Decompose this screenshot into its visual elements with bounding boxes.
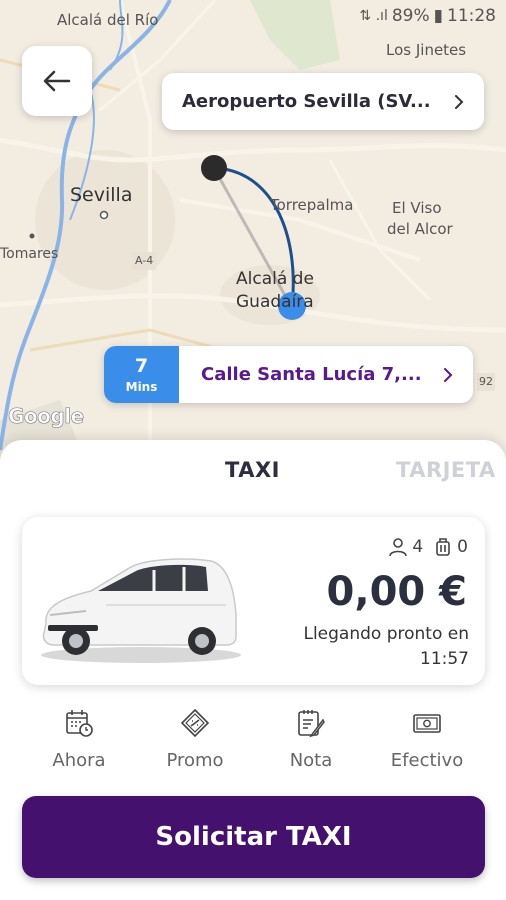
price-label: 0,00 € xyxy=(326,569,467,615)
map-label-los-jinetes: Los Jinetes xyxy=(386,41,467,59)
arrival-info: Llegando pronto en 11:57 xyxy=(303,622,469,672)
passenger-count: 4 xyxy=(412,537,424,557)
calendar-clock-icon xyxy=(66,710,93,737)
battery-icon: ▮ xyxy=(433,6,443,26)
option-promo-label: Promo xyxy=(166,750,224,771)
chevron-right-icon xyxy=(444,367,453,382)
minivan-image xyxy=(41,558,241,663)
note-icon xyxy=(298,710,325,738)
status-bar: ⇅ .ıl 89% ▮ 11:28 xyxy=(359,6,496,26)
arrival-time: 11:57 xyxy=(420,649,469,669)
request-taxi-button[interactable]: Solicitar TAXI xyxy=(22,796,485,878)
map-label-a4: A-4 xyxy=(132,252,157,270)
map-label-guadaira: Guadaíra xyxy=(236,292,314,312)
arrival-text: Llegando pronto en xyxy=(303,624,469,644)
destination-location-label: Calle Santa Lucía 7,... xyxy=(201,364,422,385)
map-label-el-viso: El Viso xyxy=(392,199,442,217)
destination-location-field[interactable]: 7 Mins Calle Santa Lucía 7,... xyxy=(104,346,473,403)
luggage-icon xyxy=(436,538,450,556)
eta-unit: Mins xyxy=(125,379,158,394)
payment-tabs: TAXI TARJETA xyxy=(0,458,506,498)
map-label-sevilla: Sevilla xyxy=(70,184,133,206)
map-label-tomares: Tomares xyxy=(0,246,59,262)
booking-sheet: TAXI TARJETA 4 0 0,00 € Llegando pronto … xyxy=(0,440,506,900)
luggage-count: 0 xyxy=(457,537,468,557)
vehicle-card[interactable]: 4 0 0,00 € Llegando pronto en 11:57 xyxy=(22,517,485,685)
clock: 11:28 xyxy=(447,6,496,26)
capacity-info: 4 0 xyxy=(388,537,468,557)
tab-tarjeta[interactable]: TARJETA xyxy=(396,458,496,482)
map-label-a92: 92 xyxy=(477,373,495,391)
person-icon xyxy=(389,538,408,557)
option-efectivo-label: Efectivo xyxy=(390,750,464,771)
pickup-location-field[interactable]: Aeropuerto Sevilla (SV... xyxy=(162,73,484,130)
tab-taxi[interactable]: TAXI xyxy=(225,458,280,482)
map-label-torrepalma: Torrepalma xyxy=(270,196,354,214)
ride-options: Ahora Promo Nota Efectivo xyxy=(0,708,506,788)
option-ahora-label: Ahora xyxy=(52,750,106,771)
chevron-right-icon xyxy=(455,94,464,109)
cash-icon xyxy=(413,714,441,733)
eta-value: 7 xyxy=(134,354,149,377)
pickup-location-label: Aeropuerto Sevilla (SV... xyxy=(182,91,431,112)
arrow-left-icon xyxy=(43,70,71,92)
coupon-icon xyxy=(180,708,210,738)
option-nota[interactable]: Nota xyxy=(256,708,366,771)
option-nota-label: Nota xyxy=(289,750,333,771)
eta-badge: 7 Mins xyxy=(104,346,179,403)
pickup-marker xyxy=(201,155,227,181)
back-button[interactable] xyxy=(22,46,92,116)
battery-level: 89% xyxy=(391,6,430,26)
signal-icon: ⇅ .ıl xyxy=(359,8,388,24)
map-label-alcala-de: Alcalá de xyxy=(236,269,314,289)
option-ahora[interactable]: Ahora xyxy=(24,708,134,771)
option-promo[interactable]: Promo xyxy=(140,708,250,771)
map-label-alcala-del-rio: Alcalá del Río xyxy=(57,11,159,29)
option-efectivo[interactable]: Efectivo xyxy=(372,708,482,771)
google-logo: Google xyxy=(8,404,85,429)
map-label-del-alcor: del Alcor xyxy=(387,220,453,238)
